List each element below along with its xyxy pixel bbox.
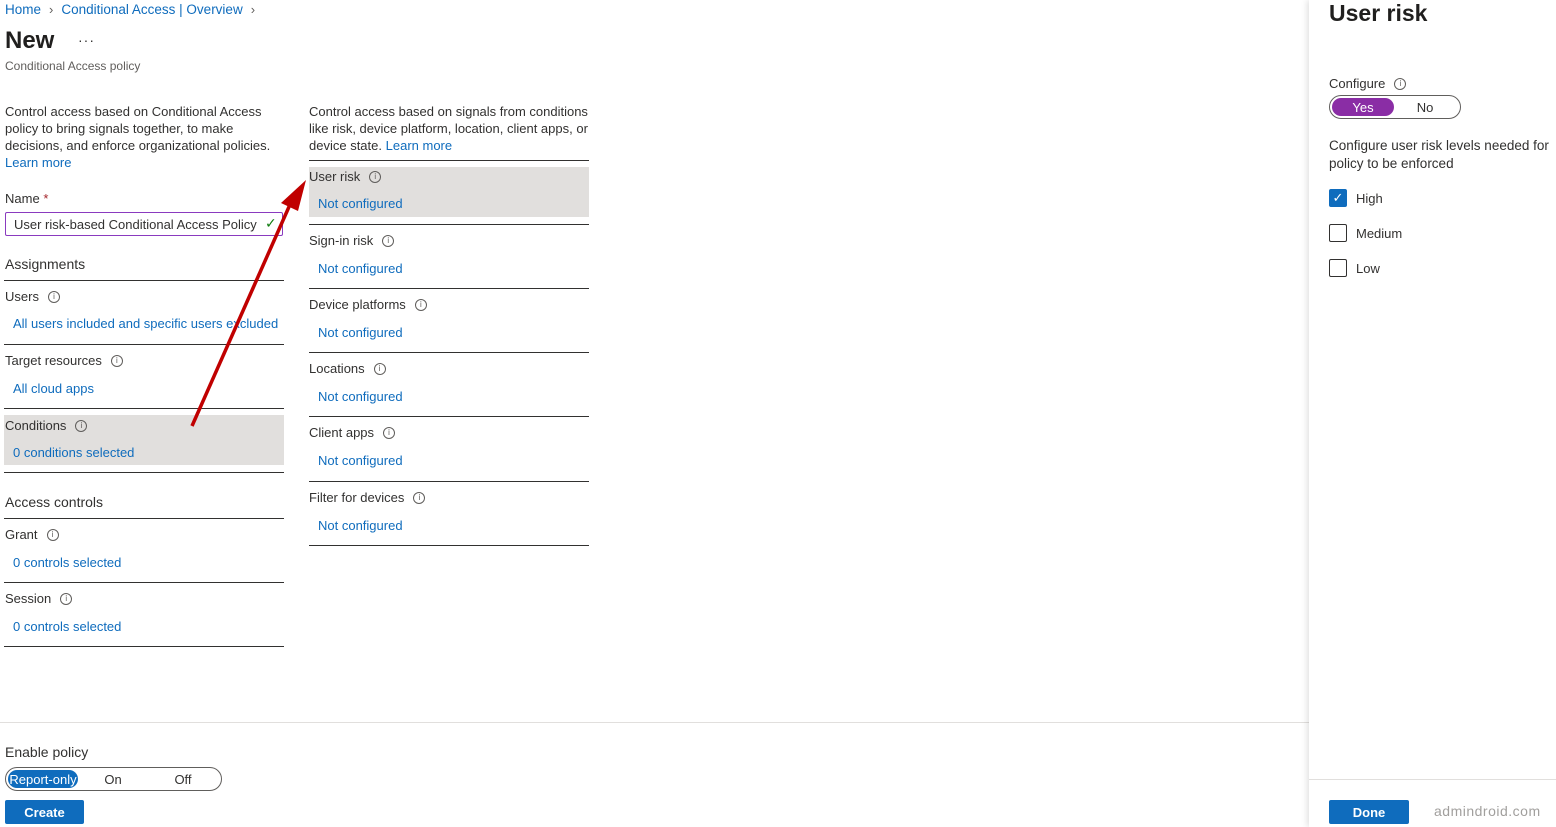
enable-policy-toggle[interactable]: Report-only On Off	[5, 767, 222, 791]
panel-description: Configure user risk levels needed for po…	[1329, 138, 1549, 171]
user-risk-panel	[1309, 0, 1556, 827]
risk-level-high-label: High	[1356, 190, 1383, 206]
configure-label: Configure i	[1329, 76, 1407, 91]
arrow-shaft	[190, 199, 294, 427]
risk-level-low[interactable]: Low	[1329, 259, 1380, 277]
enable-option-off[interactable]: Off	[148, 770, 218, 788]
panel-footer-divider	[1309, 779, 1556, 780]
annotation-arrow	[190, 180, 306, 427]
footer-divider	[0, 722, 1309, 723]
panel-title: User risk	[1329, 0, 1428, 26]
enable-policy-label: Enable policy	[5, 744, 89, 760]
risk-level-low-label: Low	[1356, 260, 1380, 276]
risk-level-high[interactable]: ✓ High	[1329, 189, 1383, 207]
risk-level-medium-label: Medium	[1356, 225, 1403, 241]
configure-label-text: Configure	[1329, 76, 1386, 91]
arrow-head	[281, 180, 306, 211]
checkbox-icon[interactable]	[1329, 259, 1347, 277]
configure-toggle[interactable]: Yes No	[1329, 95, 1461, 119]
info-icon: i	[1394, 77, 1407, 90]
configure-option-yes[interactable]: Yes	[1332, 98, 1394, 116]
enable-option-report-only[interactable]: Report-only	[8, 770, 78, 788]
configure-option-no[interactable]: No	[1394, 98, 1456, 116]
create-button[interactable]: Create	[5, 800, 84, 824]
enable-option-on[interactable]: On	[78, 770, 148, 788]
watermark: admindroid.com	[1434, 803, 1541, 819]
risk-level-medium[interactable]: Medium	[1329, 224, 1402, 242]
checkbox-checked-icon[interactable]: ✓	[1329, 189, 1347, 207]
checkbox-icon[interactable]	[1329, 224, 1347, 242]
done-button[interactable]: Done	[1329, 800, 1409, 824]
